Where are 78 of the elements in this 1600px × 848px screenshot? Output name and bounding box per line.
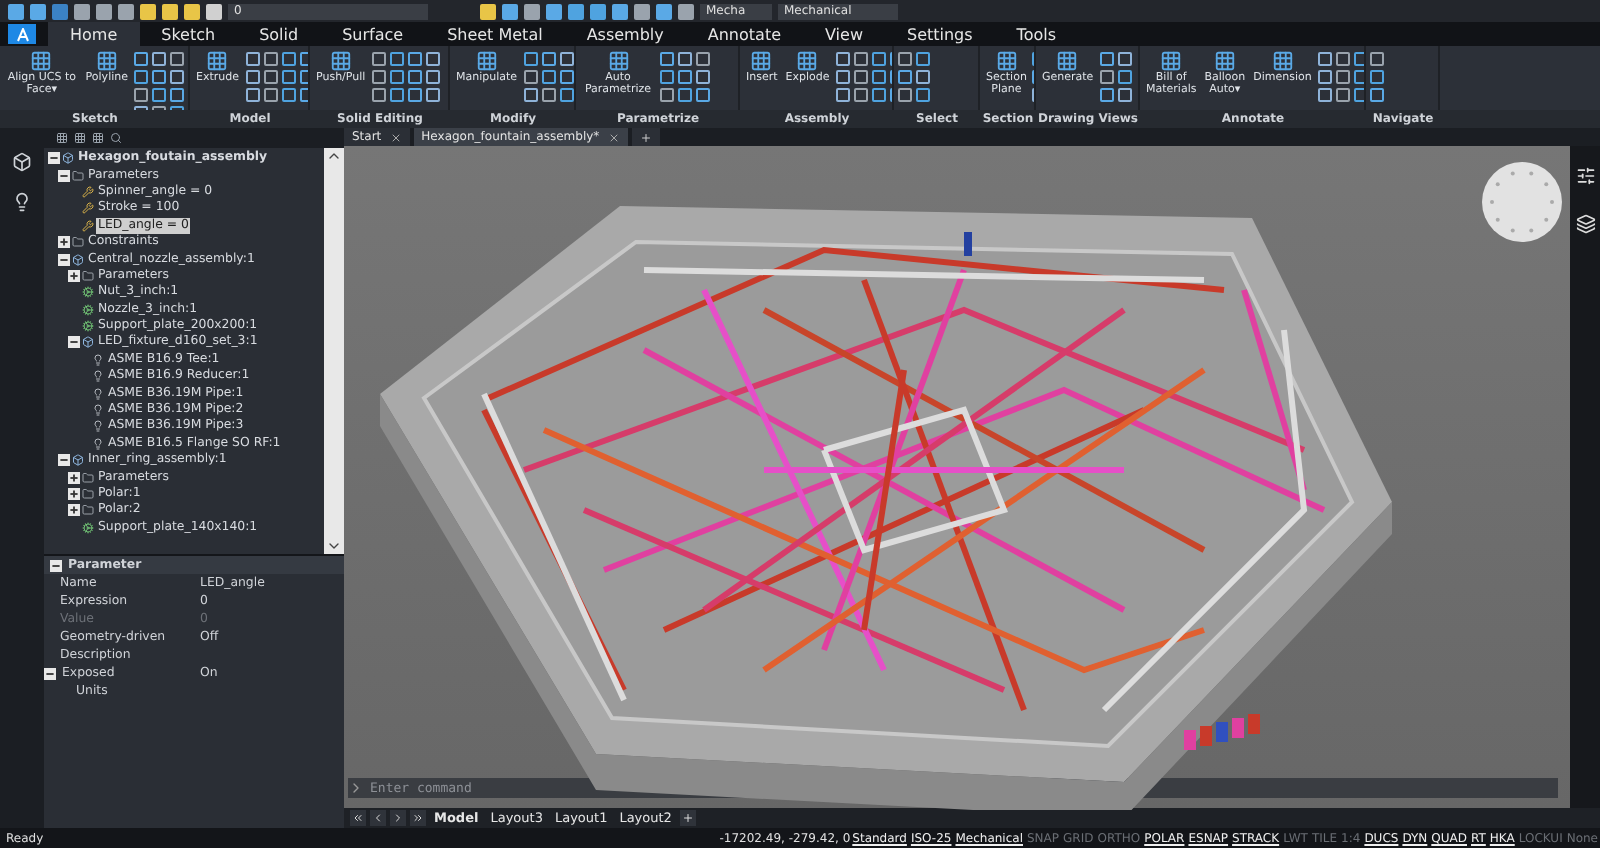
folder-icon: [82, 504, 94, 517]
folder-icon: [82, 488, 94, 500]
parameter-icon: [82, 219, 94, 232]
assembly-icon: [62, 152, 74, 165]
ribbon-tab[interactable]: Sketch: [139, 22, 238, 46]
scroll-down-icon[interactable]: [326, 538, 342, 554]
gear-icon: [82, 320, 94, 333]
tool-icon: [995, 50, 1018, 72]
tool-icon: [750, 50, 773, 72]
tree-tool-icon[interactable]: [92, 132, 104, 144]
first-tab-button[interactable]: [350, 810, 366, 826]
plus-icon: [681, 812, 694, 824]
ribbon-tab[interactable]: Surface: [320, 22, 426, 46]
ribbon-tab[interactable]: Annotate: [685, 22, 803, 46]
search-icon[interactable]: [110, 132, 122, 144]
tool-icon: [1213, 50, 1236, 72]
double-right-arrow-icon: [412, 812, 424, 824]
collapse-toggle[interactable]: [58, 454, 70, 467]
add-layout-button[interactable]: [679, 810, 696, 826]
gear-icon: [82, 521, 94, 534]
expand-toggle[interactable]: [68, 488, 80, 500]
app-logo-icon[interactable]: [8, 24, 36, 44]
tool-icon: [1160, 50, 1183, 72]
ribbon-tab[interactable]: Settings: [884, 22, 995, 46]
ribbon-tab[interactable]: Home: [48, 22, 140, 46]
tool-icon: [206, 50, 229, 72]
tool-icon: [1271, 50, 1294, 72]
lightbulb-icon[interactable]: [12, 192, 32, 212]
gear-icon: [82, 286, 94, 299]
tool-icon: [475, 50, 498, 72]
folder-icon: [72, 236, 84, 249]
tool-icon: [1056, 50, 1079, 72]
layers-icon[interactable]: [1575, 214, 1595, 234]
expand-toggle[interactable]: [58, 236, 70, 249]
scroll-up-icon[interactable]: [326, 148, 342, 164]
previous-tab-button[interactable]: [370, 810, 386, 826]
folder-icon: [82, 269, 94, 282]
next-tab-button[interactable]: [390, 810, 406, 826]
gear-icon: [82, 303, 94, 316]
tree-tool-icon[interactable]: [74, 132, 86, 144]
folder-icon: [72, 169, 84, 182]
tree-tool-icon[interactable]: [56, 132, 68, 144]
expand-toggle[interactable]: [68, 269, 80, 282]
close-icon[interactable]: [607, 131, 620, 143]
expand-toggle[interactable]: [68, 504, 80, 517]
collapse-toggle[interactable]: [58, 253, 70, 266]
tool-icon: [329, 50, 352, 72]
ribbon-tab[interactable]: View: [803, 22, 885, 46]
collapse-toggle[interactable]: [48, 152, 60, 165]
assembly-icon: [82, 336, 94, 349]
collapse-toggle[interactable]: [50, 559, 62, 571]
collapse-toggle[interactable]: [44, 667, 56, 679]
ribbon-tab[interactable]: Solid: [237, 22, 321, 46]
double-left-arrow-icon: [352, 812, 364, 824]
tool-icon: [30, 50, 53, 72]
new-tab-button[interactable]: [631, 128, 660, 146]
tool-icon: [95, 50, 118, 72]
expand-toggle[interactable]: [68, 471, 80, 484]
collapse-toggle[interactable]: [68, 336, 80, 349]
parameter-icon: [82, 185, 94, 198]
assembly-icon: [72, 454, 84, 467]
settings-sliders-icon[interactable]: [1575, 166, 1595, 186]
ribbon-tab[interactable]: Tools: [994, 22, 1079, 46]
tool-icon: [607, 50, 629, 72]
tool-icon: [796, 50, 819, 72]
parameter-icon: [82, 202, 94, 215]
scrollbar[interactable]: [324, 148, 344, 554]
ribbon-tab[interactable]: Sheet Metal: [425, 22, 565, 46]
close-icon[interactable]: [389, 131, 402, 143]
last-tab-button[interactable]: [410, 810, 426, 826]
ribbon-tab[interactable]: Assembly: [564, 22, 686, 46]
prompt-icon: [348, 778, 364, 798]
assembly-icon: [72, 253, 84, 266]
folder-icon: [82, 471, 94, 484]
plus-icon: [639, 131, 652, 143]
navigation-wheel-icon[interactable]: [1482, 162, 1562, 242]
cube-icon[interactable]: [12, 152, 32, 172]
collapse-toggle[interactable]: [58, 169, 70, 182]
